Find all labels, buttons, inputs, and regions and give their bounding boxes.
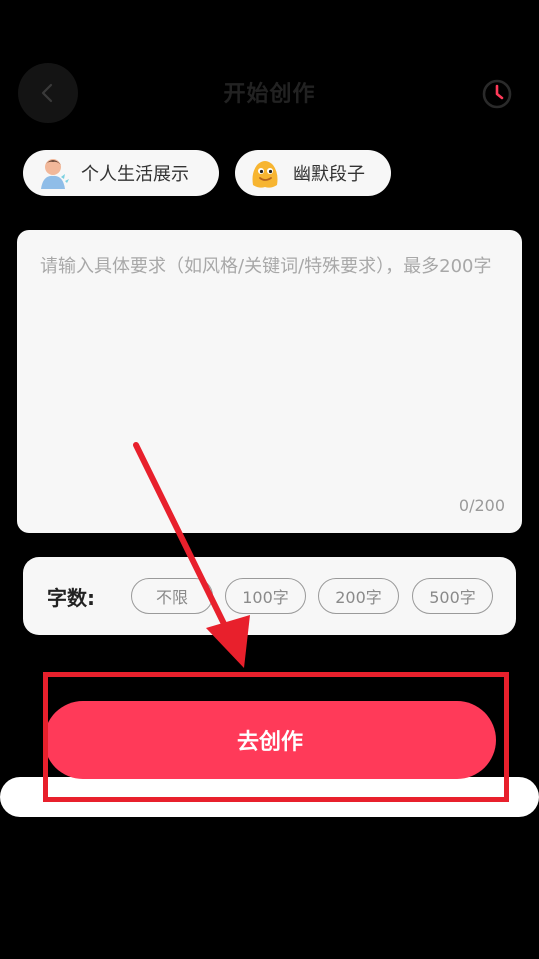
clock-icon xyxy=(482,79,512,109)
topic-chip-humor[interactable]: 幽默段子 xyxy=(235,150,391,196)
topic-chip-label: 个人生活展示 xyxy=(81,164,189,185)
word-count-selector: 字数: 不限 100字 200字 500字 xyxy=(23,557,516,635)
word-count-option-500[interactable]: 500字 xyxy=(412,578,493,614)
page-title: 开始创作 xyxy=(223,82,316,107)
prompt-input[interactable]: 请输入具体要求（如风格/关键词/特殊要求），最多200字 0/200 xyxy=(17,230,522,533)
topic-chip-life[interactable]: 个人生活展示 xyxy=(23,150,219,196)
character-counter: 0/200 xyxy=(458,496,505,515)
melting-blob-emoji-icon xyxy=(247,155,283,191)
word-count-option-unlimited[interactable]: 不限 xyxy=(131,578,213,614)
prompt-placeholder: 请输入具体要求（如风格/关键词/特殊要求），最多200字 xyxy=(40,256,492,277)
annotation-highlight-box xyxy=(43,672,509,802)
topic-chip-label: 幽默段子 xyxy=(293,164,365,185)
word-count-option-100[interactable]: 100字 xyxy=(225,578,306,614)
word-count-option-200[interactable]: 200字 xyxy=(318,578,399,614)
person-relaxing-emoji-icon xyxy=(35,155,71,191)
word-count-label: 字数: xyxy=(47,586,95,610)
screen: 开始创作 个人生活展示 幽默段子 请输入具体要求（如风格/关键词/特殊要求），最… xyxy=(0,0,539,959)
history-button[interactable] xyxy=(480,77,514,111)
